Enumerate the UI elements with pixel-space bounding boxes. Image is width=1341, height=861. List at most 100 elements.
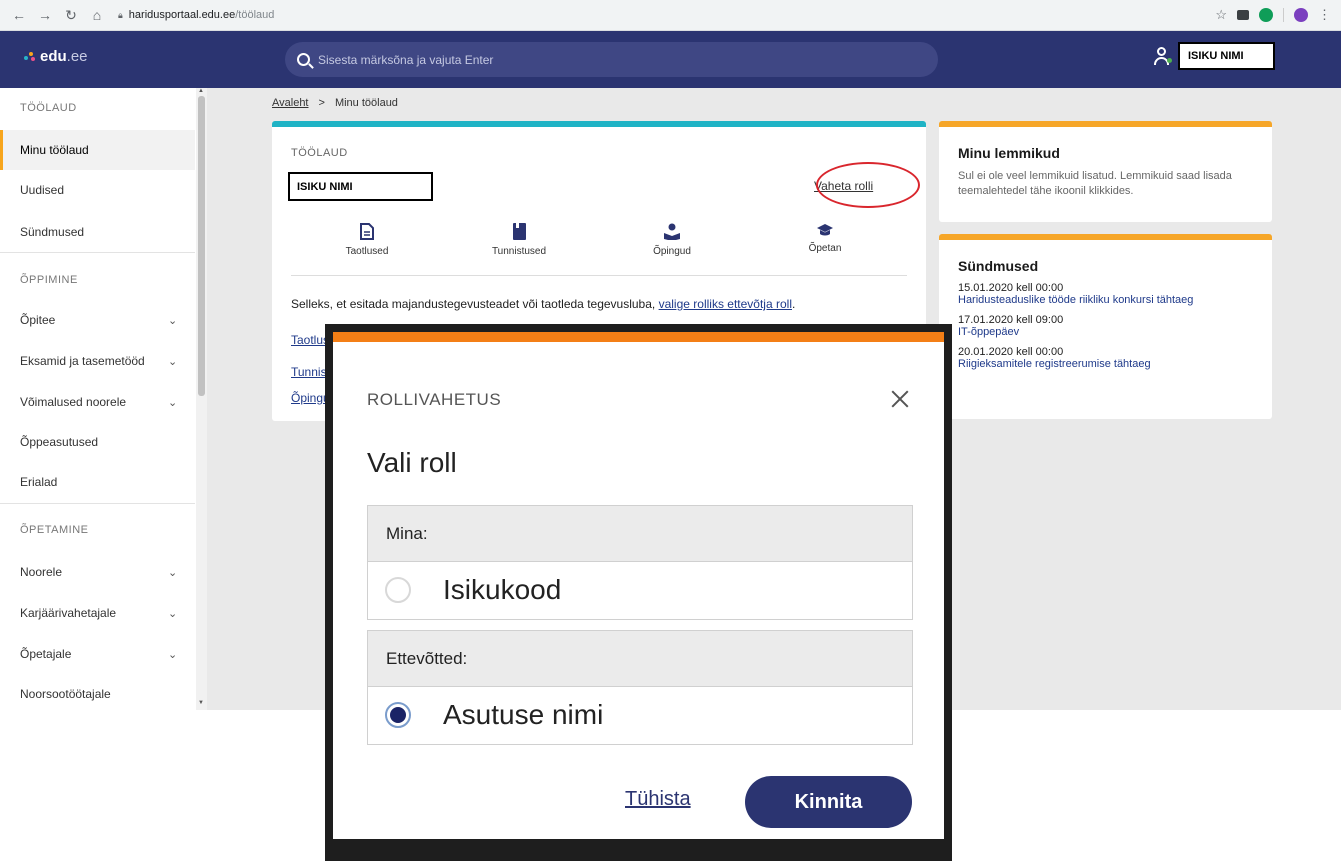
- scrollbar-thumb[interactable]: [198, 96, 205, 396]
- events-card: Sündmused 15.01.2020 kell 00:00 Haridust…: [939, 234, 1272, 419]
- chevron-down-icon: ⌄: [168, 355, 178, 368]
- sidebar-item-eksamid[interactable]: Eksamid ja tasemetööd ⌄: [0, 341, 195, 381]
- sidebar-section-oppimine: ÕPPIMINE: [20, 274, 78, 286]
- sidebar-scrollbar[interactable]: ▲ ▼: [196, 88, 207, 710]
- role-option-personal[interactable]: Isikukood: [368, 562, 912, 618]
- extension-icon[interactable]: [1237, 10, 1249, 20]
- dialog-title: Vali roll: [367, 447, 457, 478]
- select-entrepreneur-role-link[interactable]: valige rolliks ettevõtja roll: [659, 297, 792, 311]
- bookmark-star-icon[interactable]: ☆: [1215, 7, 1227, 23]
- sidebar-item-opetajale[interactable]: Õpetajale ⌄: [0, 634, 195, 674]
- sidebar-item-uudised[interactable]: Uudised: [0, 170, 195, 210]
- url-host: haridusportaal.edu.ee: [128, 9, 236, 21]
- graduation-cap-icon: [817, 224, 833, 236]
- document-icon: [360, 223, 374, 240]
- site-logo[interactable]: edu .ee: [24, 48, 88, 65]
- role-option-label: Isikukood: [443, 574, 562, 605]
- sidebar-item-label: Uudised: [20, 183, 65, 197]
- extension-icon[interactable]: [1259, 8, 1273, 22]
- quick-link-opingud[interactable]: Õpingud: [622, 223, 722, 257]
- reload-icon[interactable]: ↻: [64, 7, 78, 24]
- sidebar-item-label: Sündmused: [20, 225, 85, 239]
- site-header: edu .ee Sisesta märksõna ja vajuta Enter …: [0, 31, 1341, 88]
- sidebar-item-noorsootootajale[interactable]: Noorsootöötajale: [0, 674, 195, 714]
- search-input[interactable]: Sisesta märksõna ja vajuta Enter: [285, 42, 938, 77]
- role-group-companies: Ettevõtted: Asutuse nimi: [367, 630, 913, 745]
- profile-avatar[interactable]: [1294, 8, 1308, 22]
- sidebar-item-label: Õpitee: [20, 313, 56, 327]
- role-option-company[interactable]: Asutuse nimi: [368, 687, 912, 743]
- scroll-down-icon[interactable]: ▼: [198, 700, 204, 706]
- dialog-label: ROLLIVAHETUS: [367, 390, 502, 409]
- event-title: Riigieksamitele registreerumise tähtaeg: [958, 358, 1151, 370]
- favorites-title: Minu lemmikud: [958, 145, 1060, 161]
- search-placeholder: Sisesta märksõna ja vajuta Enter: [318, 52, 494, 67]
- browser-toolbar: ← → ↻ ⌂ 🔒︎ haridusportaal.edu.ee /töölau…: [0, 0, 1341, 31]
- confirm-button[interactable]: Kinnita: [745, 776, 912, 828]
- sidebar-item-karjaarivahetajale[interactable]: Karjäärivahetajale ⌄: [0, 593, 195, 633]
- radio-button[interactable]: [385, 577, 411, 603]
- event-item[interactable]: 20.01.2020 kell 00:00 Riigieksamitele re…: [958, 346, 1253, 370]
- role-switch-dialog: ROLLIVAHETUS Vali roll Mina: Isikukood E…: [333, 332, 944, 839]
- chevron-down-icon: ⌄: [168, 648, 178, 661]
- sidebar-item-syndmused[interactable]: Sündmused: [0, 212, 195, 252]
- sidebar-item-voimalused[interactable]: Võimalused noorele ⌄: [0, 382, 195, 422]
- sidebar-item-minu-toolaud[interactable]: Minu töölaud: [0, 130, 195, 170]
- chevron-down-icon: ⌄: [168, 314, 178, 327]
- event-date: 15.01.2020 kell 00:00: [958, 282, 1064, 294]
- event-title: IT-õppepäev: [958, 326, 1020, 338]
- sidebar-item-label: Võimalused noorele: [20, 395, 127, 409]
- quick-link-label: Õpetan: [808, 243, 842, 254]
- change-role-link[interactable]: Vaheta rolli: [814, 179, 873, 193]
- sidebar-item-erialad[interactable]: Erialad: [0, 462, 195, 502]
- favorites-card: Minu lemmikud Sul ei ole veel lemmikuid …: [939, 121, 1272, 222]
- sidebar-divider: [0, 503, 195, 504]
- back-icon[interactable]: ←: [12, 7, 26, 24]
- sidebar-divider: [0, 252, 195, 253]
- scroll-up-icon[interactable]: ▲: [198, 88, 204, 94]
- breadcrumb-separator: >: [318, 97, 325, 109]
- menu-kebab-icon[interactable]: ⋮: [1318, 7, 1331, 23]
- role-info-text-main: Selleks, et esitada majandustegevusteade…: [291, 297, 656, 311]
- user-menu[interactable]: ISIKU NIMI: [1152, 42, 1275, 70]
- sidebar-item-label: Noorele: [20, 565, 63, 579]
- sidebar-section-toolaud: TÖÖLAUD: [20, 102, 77, 114]
- favorites-text: Sul ei ole veel lemmikuid lisatud. Lemmi…: [958, 170, 1232, 197]
- event-item[interactable]: 15.01.2020 kell 00:00 Haridusteaduslike …: [958, 282, 1253, 306]
- sidebar-item-oppeasutused[interactable]: Õppeasutused: [0, 422, 195, 462]
- sidebar-item-label: Õppeasutused: [20, 435, 99, 449]
- logo-dots-icon: [24, 51, 36, 62]
- forward-icon[interactable]: →: [38, 7, 52, 24]
- quick-link-tunnistused[interactable]: Tunnistused: [469, 223, 569, 257]
- home-icon[interactable]: ⌂: [90, 7, 104, 24]
- breadcrumb-home-link[interactable]: Avaleht: [272, 97, 309, 109]
- role-info-text-end: .: [791, 297, 796, 311]
- url-path: /töölaud: [235, 9, 275, 21]
- close-icon[interactable]: [889, 388, 911, 410]
- quick-link-taotlused[interactable]: Taotlused: [317, 223, 417, 257]
- cancel-button[interactable]: Tühista: [625, 788, 691, 811]
- search-icon: [297, 53, 310, 66]
- sidebar-item-label: Eksamid ja tasemetööd: [20, 354, 145, 368]
- address-bar[interactable]: 🔒︎ haridusportaal.edu.ee /töölaud: [118, 9, 274, 21]
- event-item[interactable]: 17.01.2020 kell 09:00 IT-õppepäev: [958, 314, 1253, 338]
- sidebar-item-opitee[interactable]: Õpitee ⌄: [0, 300, 195, 340]
- breadcrumb: Avaleht > Minu töölaud: [272, 97, 398, 109]
- group-header: Ettevõtted:: [368, 631, 912, 687]
- divider: [291, 275, 907, 276]
- user-icon: [1152, 46, 1172, 66]
- user-name[interactable]: ISIKU NIMI: [1178, 42, 1275, 70]
- logo-domain: .ee: [66, 48, 88, 65]
- radio-button-selected[interactable]: [385, 702, 411, 728]
- breadcrumb-current: Minu töölaud: [334, 97, 398, 109]
- quick-link-label: Taotlused: [345, 246, 389, 257]
- sidebar-item-label: Minu töölaud: [20, 143, 89, 157]
- sidebar-item-label: Noorsootöötajale: [20, 687, 111, 701]
- quick-link-opetan[interactable]: Õpetan: [775, 223, 875, 254]
- quick-link-label: Tunnistused: [491, 246, 547, 257]
- events-title: Sündmused: [958, 258, 1039, 274]
- sidebar-item-noorele[interactable]: Noorele ⌄: [0, 552, 195, 592]
- role-group-personal: Mina: Isikukood: [367, 505, 913, 620]
- sidebar-section-opetamine: ÕPETAMINE: [20, 524, 89, 536]
- browser-nav: ← → ↻ ⌂: [0, 7, 104, 24]
